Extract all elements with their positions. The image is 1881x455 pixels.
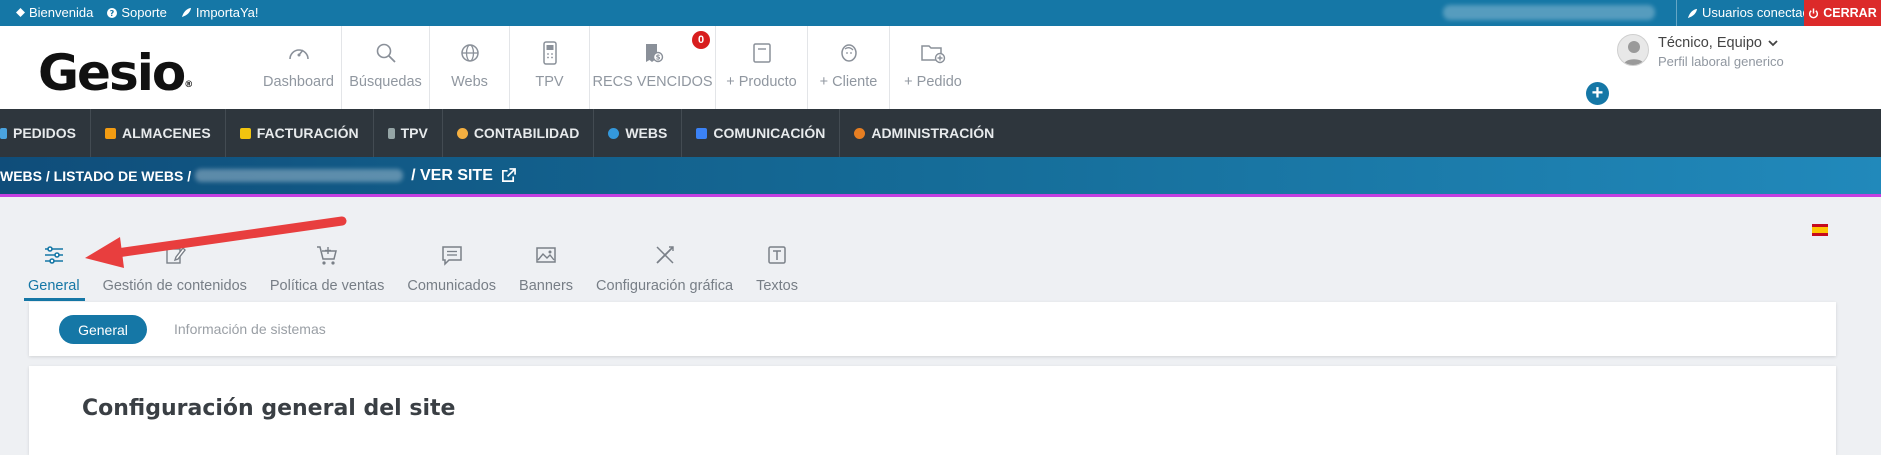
svg-text:$: $ (655, 54, 660, 62)
menu-comunicacion[interactable]: COMUNICACIÓN (682, 109, 841, 157)
tab-announcements[interactable]: Comunicados (402, 234, 501, 301)
support-link[interactable]: ? Soporte (107, 5, 167, 20)
leaf-icon (181, 7, 191, 18)
breadcrumb: WEBS / LISTADO DE WEBS / / VER SITE (0, 157, 1881, 197)
gesio-logo[interactable]: Gesio® (38, 43, 193, 103)
tab-banners[interactable]: Banners (514, 234, 578, 301)
menu-tpv[interactable]: TPV (374, 109, 443, 157)
product-box-icon (752, 43, 771, 63)
view-site-link[interactable]: / VER SITE (411, 167, 516, 185)
receipt-icon: $ (645, 44, 663, 63)
globe-icon (460, 44, 479, 62)
cart-icon (317, 246, 338, 265)
menu-webs[interactable]: WEBS (594, 109, 683, 157)
chat-icon (696, 127, 708, 139)
diamond-icon (16, 8, 25, 17)
power-icon (1809, 7, 1819, 18)
tab-general[interactable]: General (24, 234, 85, 301)
menu-contabilidad[interactable]: CONTABILIDAD (443, 109, 595, 157)
text-box-icon (768, 246, 786, 264)
overdue-count-badge: 0 (692, 31, 710, 49)
add-new-button[interactable]: + (1586, 82, 1609, 105)
section-title: Configuración general del site (82, 396, 456, 421)
tab-texts[interactable]: Textos (751, 234, 803, 301)
quick-nav-add-product[interactable]: + Producto (716, 26, 808, 109)
subtab-general[interactable]: General (59, 315, 147, 344)
spanish-flag-icon[interactable] (1812, 224, 1828, 236)
breadcrumb-blurred-site[interactable] (195, 169, 404, 182)
gears-icon (854, 127, 866, 139)
client-face-icon (840, 44, 857, 62)
folder-plus-icon (921, 45, 946, 64)
welcome-link[interactable]: Bienvenida (16, 5, 93, 20)
user-menu[interactable]: Técnico, Equipo (1658, 35, 1778, 51)
sliders-icon (44, 246, 63, 264)
search-icon (376, 43, 396, 63)
content-panel: Configuración general del site (29, 366, 1836, 455)
quick-nav-add-order[interactable]: + Pedido (890, 26, 976, 109)
svg-text:?: ? (110, 9, 115, 18)
importaya-link[interactable]: ImportaYa! (181, 5, 259, 20)
menu-pedidos[interactable]: PEDIDOS (0, 109, 92, 157)
quick-nav-recs-vencidos[interactable]: $ RECS VENCIDOS 0 (590, 26, 716, 109)
top-bar: Bienvenida ? Soporte ImportaYa! Usuarios… (0, 0, 1881, 26)
logout-button[interactable]: CERRAR (1804, 0, 1881, 26)
subtabs-panel: General Información de sistemas (29, 302, 1836, 356)
user-silhouette-icon (1623, 41, 1645, 65)
chevron-down-icon (1768, 39, 1778, 46)
quick-nav-add-client[interactable]: + Cliente (808, 26, 890, 109)
breadcrumb-path[interactable]: WEBS / LISTADO DE WEBS / (0, 168, 191, 184)
main-menu: PEDIDOS ALMACENES FACTURACIÓN TPV CONTAB… (0, 109, 1881, 157)
quick-nav: Dashboard Búsquedas Webs TPV $ RECS VENC… (256, 26, 976, 109)
quick-nav-tpv[interactable]: TPV (510, 26, 590, 109)
tab-sales-policy[interactable]: Política de ventas (265, 234, 389, 301)
pos-icon (387, 127, 395, 139)
message-icon (441, 246, 462, 266)
menu-almacenes[interactable]: ALMACENES (91, 109, 226, 157)
menu-facturacion[interactable]: FACTURACIÓN (226, 109, 374, 157)
globe-icon (608, 127, 620, 139)
site-tabs: General Gestión de contenidos Política d… (24, 234, 816, 301)
coins-icon (456, 127, 468, 139)
help-circle-icon: ? (107, 7, 118, 18)
warehouse-icon (105, 127, 117, 139)
design-tools-icon (655, 246, 674, 264)
speedometer-icon (288, 49, 309, 60)
app-header: Gesio® Dashboard Búsquedas Webs TPV $ RE… (0, 26, 1881, 109)
invoice-icon (239, 127, 251, 139)
tab-graphic-settings[interactable]: Configuración gráfica (591, 234, 738, 301)
edit-content-icon (166, 246, 186, 264)
external-link-icon (501, 168, 516, 182)
image-icon (536, 247, 556, 263)
quick-nav-webs[interactable]: Webs (430, 26, 510, 109)
menu-administracion[interactable]: ADMINISTRACIÓN (840, 109, 1008, 157)
blurred-date (1443, 5, 1655, 20)
orders-icon (0, 127, 7, 139)
quick-nav-search[interactable]: Búsquedas (342, 26, 430, 109)
tab-content-management[interactable]: Gestión de contenidos (98, 234, 252, 301)
pos-terminal-icon (542, 41, 557, 65)
quick-nav-dashboard[interactable]: Dashboard (256, 26, 342, 109)
user-role: Perfil laboral generico (1658, 54, 1784, 69)
subtab-system-info[interactable]: Información de sistemas (174, 321, 326, 337)
leaf-icon (1687, 8, 1698, 19)
user-avatar[interactable] (1617, 34, 1649, 66)
